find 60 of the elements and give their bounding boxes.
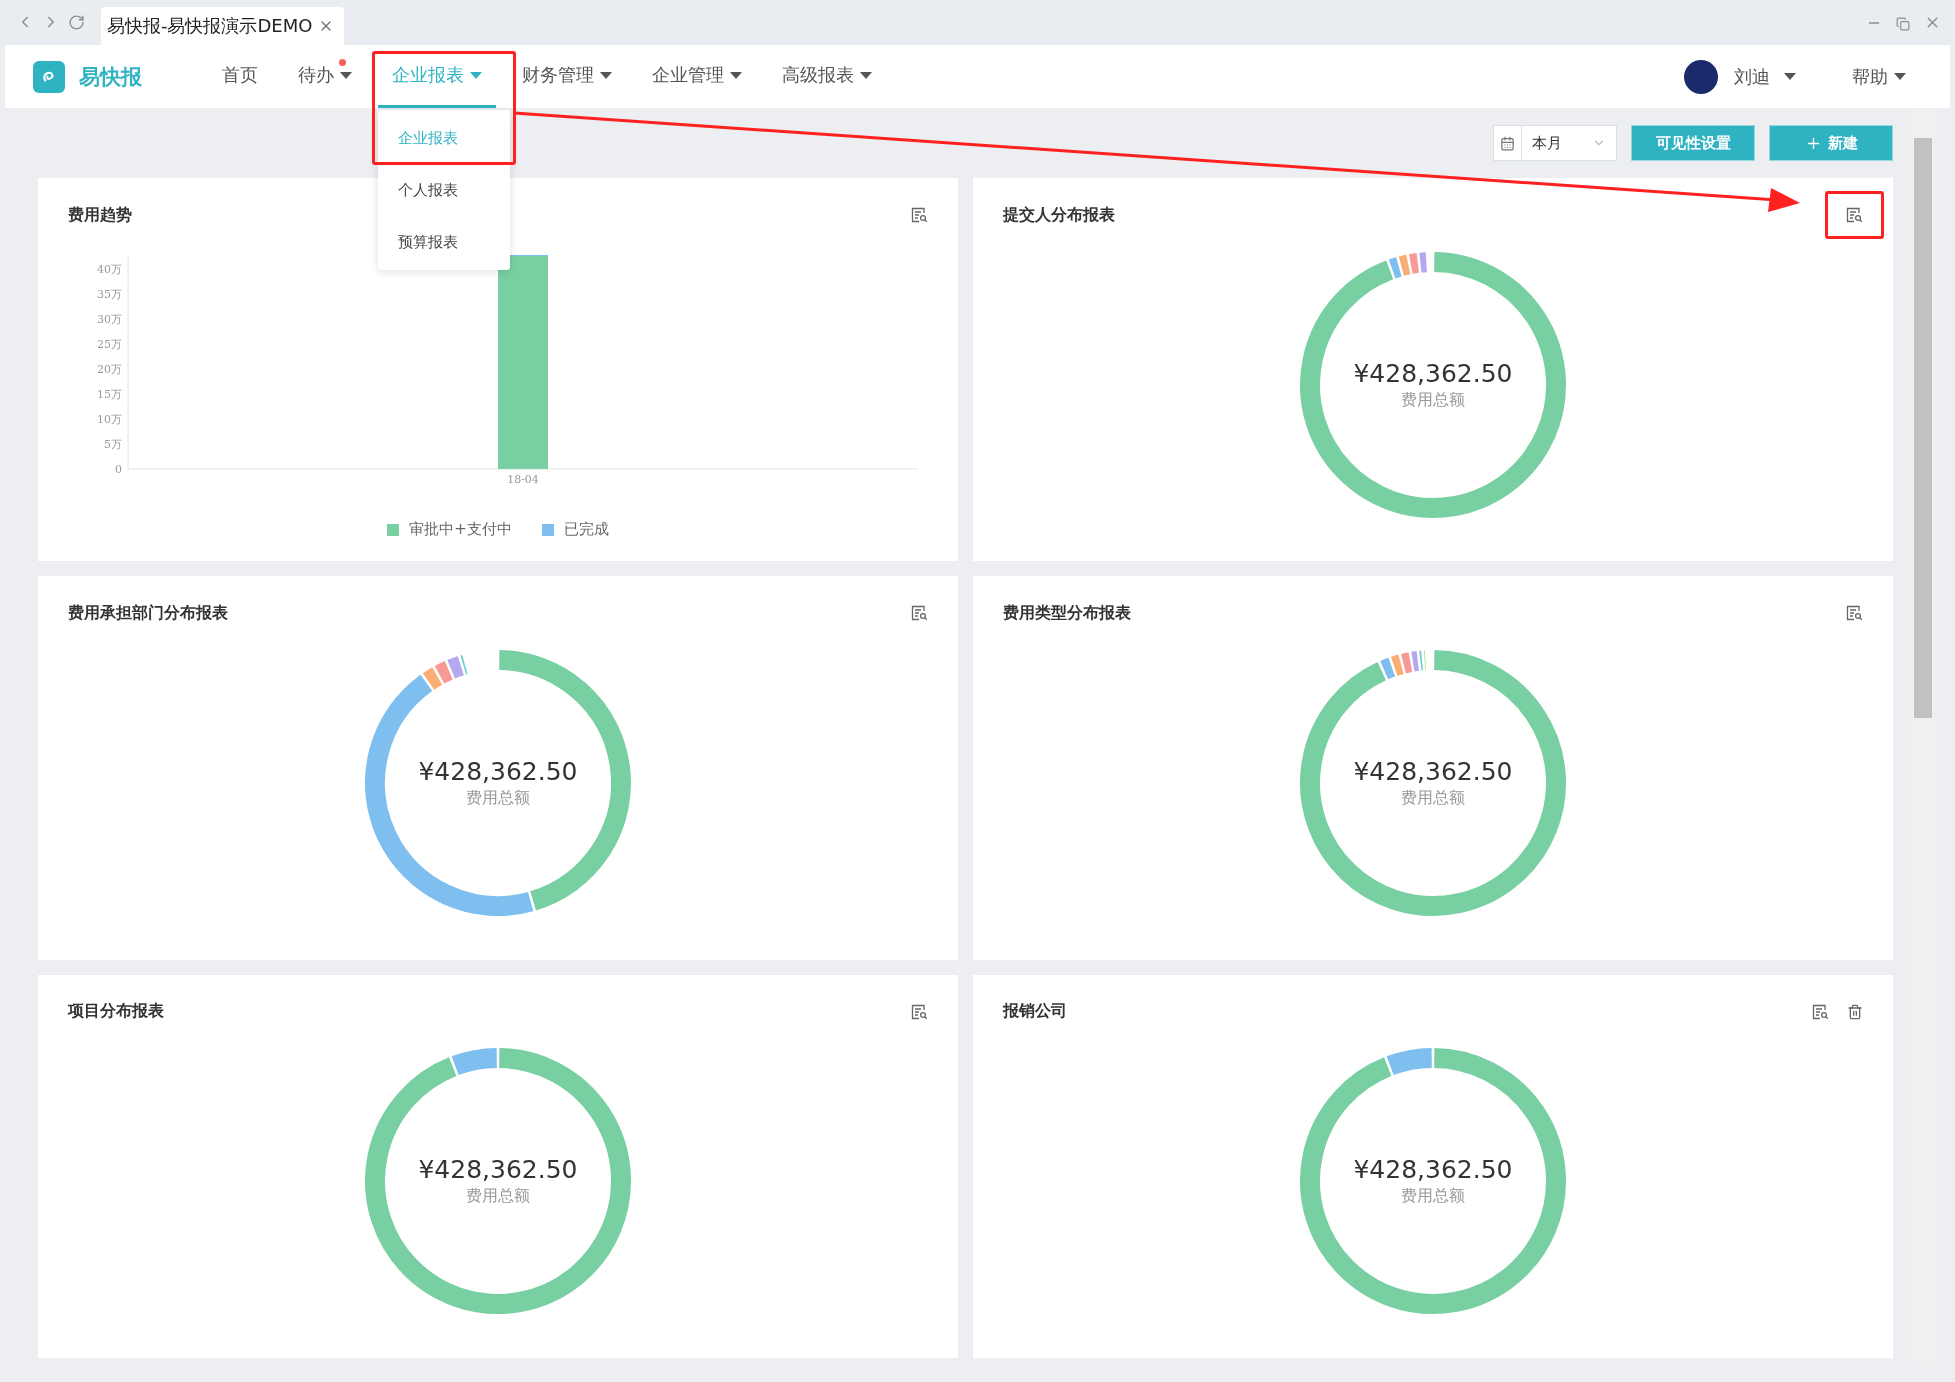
- menu-item[interactable]: 个人报表: [378, 164, 510, 216]
- axis-tick-label: 25万: [97, 338, 122, 352]
- axis-tick-label: 15万: [97, 388, 122, 402]
- axis-tick-label: 18-04: [507, 473, 539, 487]
- card-title: 费用类型分布报表: [1003, 602, 1131, 624]
- caret-icon: [600, 71, 612, 79]
- axis-tick-label: 20万: [97, 363, 122, 377]
- legend-item[interactable]: 已完成: [541, 520, 609, 540]
- report-view-button[interactable]: [1825, 191, 1884, 239]
- logo-icon[interactable]: [33, 60, 65, 93]
- axis-tick-label: 35万: [97, 288, 122, 302]
- restore-icon[interactable]: [1896, 17, 1910, 31]
- amount-caption: 费用总额: [466, 1186, 530, 1208]
- period-select[interactable]: 本月: [1493, 125, 1617, 161]
- card-title: 提交人分布报表: [1003, 204, 1115, 226]
- logo-text: 易快报: [79, 63, 142, 91]
- amount-caption: 费用总额: [466, 788, 530, 809]
- axis-tick-label: 30万: [97, 313, 122, 327]
- total-amount: ¥428,362.50: [1353, 358, 1513, 388]
- caret-icon: [730, 71, 742, 79]
- report-view-icon: [911, 605, 928, 622]
- scrollbar[interactable]: [1911, 108, 1935, 1366]
- nav-item[interactable]: 首页: [208, 45, 272, 108]
- axis-tick-label: 40万: [97, 263, 122, 277]
- amount-caption: 费用总额: [1401, 788, 1465, 809]
- total-amount: ¥428,362.50: [1353, 757, 1513, 786]
- delete-icon[interactable]: [1847, 1003, 1863, 1020]
- nav-item[interactable]: 财务管理: [508, 45, 626, 108]
- user-menu[interactable]: 刘迪: [1728, 63, 1802, 90]
- report-view-icon: [911, 1003, 928, 1020]
- axis-tick-label: 10万: [97, 413, 122, 427]
- total-amount: ¥428,362.50: [418, 1155, 578, 1185]
- total-amount: ¥428,362.50: [1353, 1155, 1513, 1185]
- legend-item[interactable]: 审批中+支付中: [387, 520, 512, 540]
- reload-icon[interactable]: [68, 14, 85, 31]
- avatar[interactable]: [1684, 59, 1718, 94]
- menu-item[interactable]: 预算报表: [378, 216, 510, 268]
- caret-icon: [1784, 73, 1796, 80]
- report-view-icon: [911, 207, 928, 223]
- report-view-icon: [1846, 605, 1863, 622]
- amount-caption: 费用总额: [1401, 389, 1465, 411]
- caret-icon: [470, 71, 482, 79]
- card-title: 项目分布报表: [68, 1001, 164, 1023]
- card-title: 费用承担部门分布报表: [68, 602, 228, 624]
- help-menu[interactable]: 帮助: [1846, 63, 1912, 90]
- report-view-icon: [1846, 207, 1863, 223]
- card-title: 费用趋势: [68, 204, 132, 226]
- total-amount: ¥428,362.50: [418, 757, 578, 786]
- report-view-icon: [1812, 1003, 1829, 1020]
- axis-tick-label: 5万: [104, 438, 122, 452]
- caret-icon: [1894, 73, 1906, 80]
- browser-tab[interactable]: 易快报-易快报演示DEMO: [101, 7, 345, 45]
- nav-item[interactable]: 高级报表: [768, 45, 886, 108]
- amount-caption: 费用总额: [1401, 1186, 1465, 1208]
- card-title: 报销公司: [1003, 1001, 1067, 1023]
- nav-item[interactable]: 企业管理: [638, 45, 756, 108]
- calendar-icon: [1500, 135, 1515, 151]
- notification-dot: [339, 59, 346, 66]
- caret-icon: [860, 71, 872, 79]
- axis-tick-label: 0: [115, 463, 122, 477]
